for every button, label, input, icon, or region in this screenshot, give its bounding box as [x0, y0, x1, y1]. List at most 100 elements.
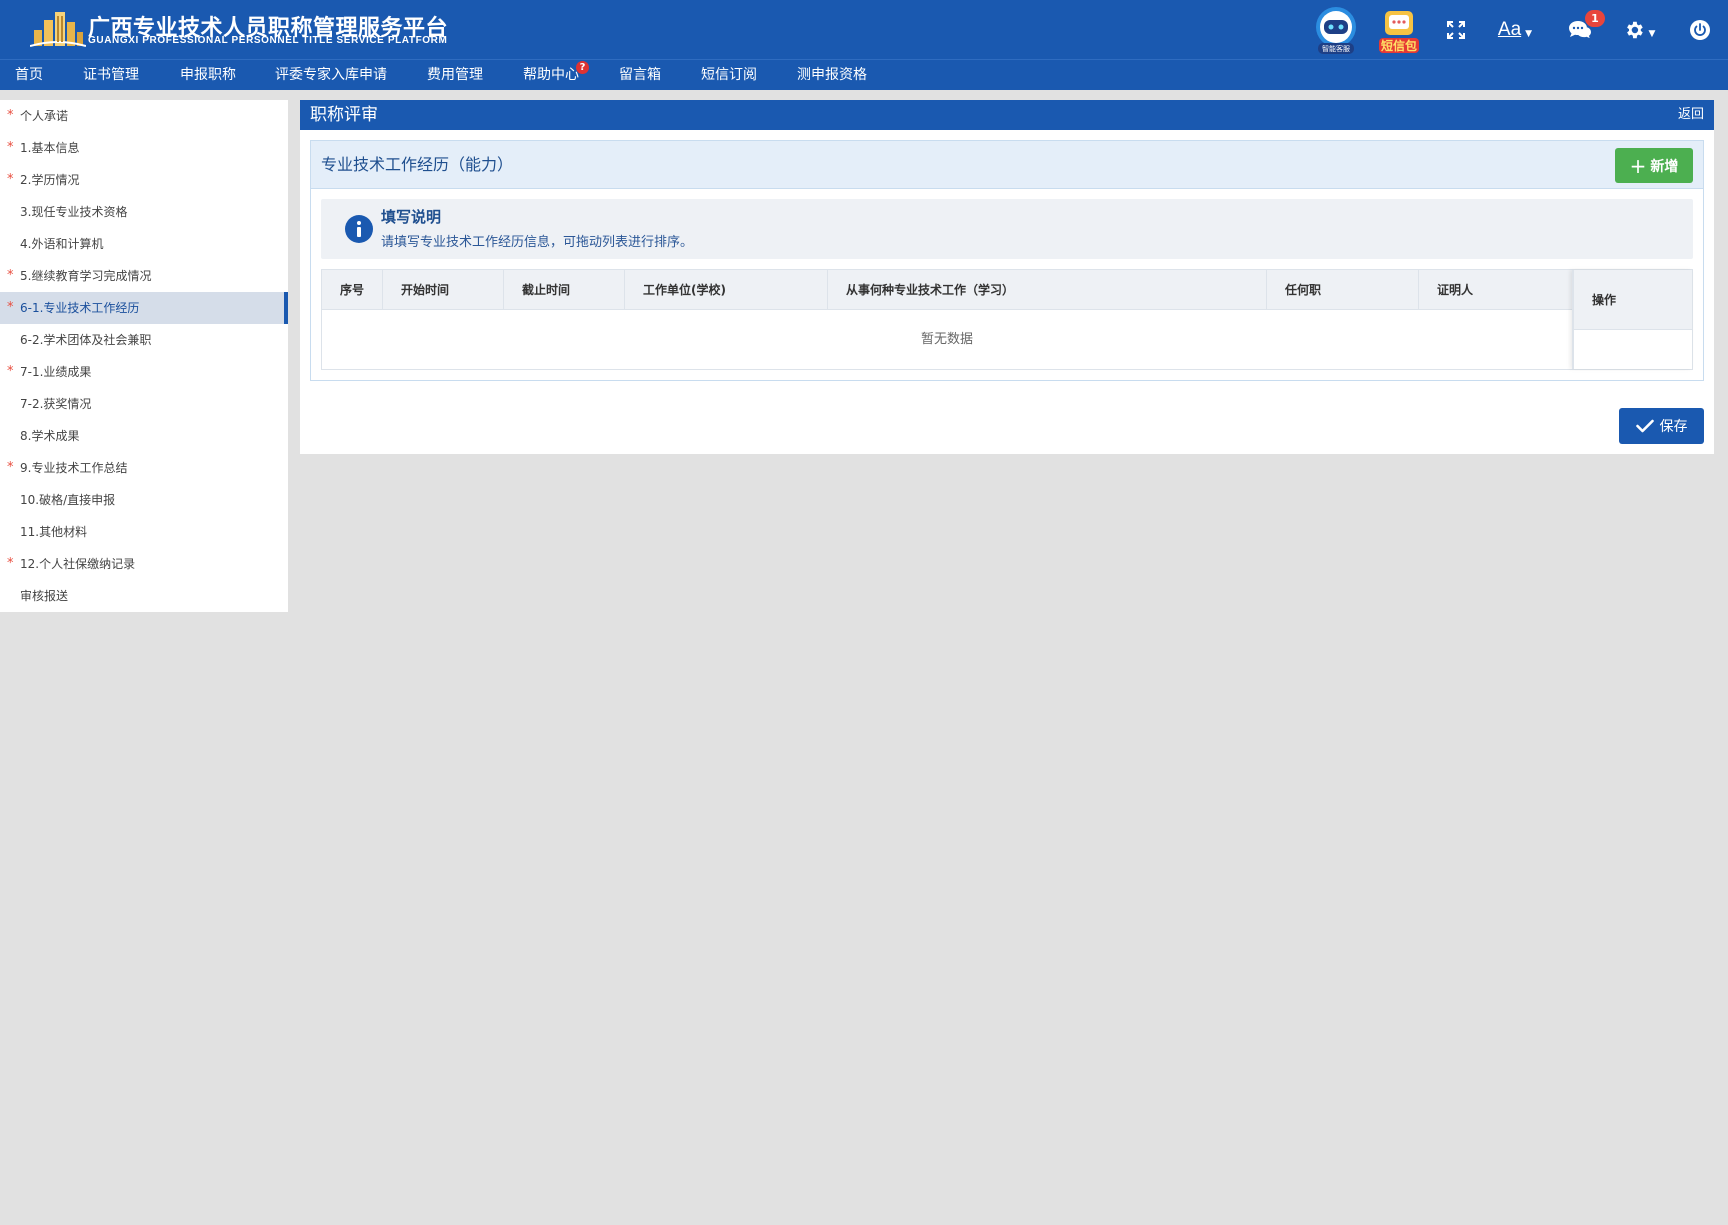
robot-label: 智能客服 — [1322, 44, 1350, 53]
card-header: 专业技术工作经历（能力） + 新增 — [311, 141, 1703, 189]
font-size-label: Aa — [1497, 18, 1522, 40]
sidebar-item-label: 6-2.学术团体及社会兼职 — [20, 333, 152, 347]
help-question-icon: ? — [576, 61, 589, 74]
building-logo-icon — [30, 12, 86, 47]
message-count-badge: 1 — [1585, 10, 1605, 27]
sidebar-item-label: 审核报送 — [20, 589, 69, 603]
fullscreen-button[interactable] — [1440, 0, 1472, 59]
column-header-index[interactable]: 序号 — [322, 270, 383, 310]
nav-apply-title[interactable]: 申报职称 — [180, 60, 236, 90]
save-button[interactable]: 保存 — [1619, 408, 1704, 444]
main-panel: 专业技术工作经历（能力） + 新增 填写说明 请填写专业技术工作经历信息，可拖动… — [300, 130, 1714, 454]
add-button[interactable]: + 新增 — [1615, 148, 1693, 183]
nav-home[interactable]: 首页 — [15, 60, 43, 90]
nav-message-box[interactable]: 留言箱 — [619, 60, 661, 90]
nav-expert-application[interactable]: 评委专家入库申请 — [275, 60, 387, 90]
back-link[interactable]: 返回 — [1678, 100, 1704, 130]
main-header: 职称评审 返回 — [300, 100, 1714, 130]
nav-sms-subscription[interactable]: 短信订阅 — [701, 60, 757, 90]
column-header-work-unit[interactable]: 工作单位(学校) — [625, 270, 828, 310]
column-header-position[interactable]: 任何职 — [1267, 270, 1419, 310]
sidebar-item-label: 5.继续教育学习完成情况 — [20, 269, 152, 283]
required-star: * — [7, 140, 14, 155]
instructions-box: 填写说明 请填写专业技术工作经历信息，可拖动列表进行排序。 — [321, 199, 1693, 259]
caret-down-icon: ▼ — [1525, 28, 1533, 39]
sidebar-item-label: 12.个人社保缴纳记录 — [20, 557, 136, 571]
required-star: * — [7, 268, 14, 283]
sidebar-item-label: 7-2.获奖情况 — [20, 397, 92, 411]
nav-eligibility-test[interactable]: 测申报资格 — [797, 60, 867, 90]
work-experience-card: 专业技术工作经历（能力） + 新增 填写说明 请填写专业技术工作经历信息，可拖动… — [310, 140, 1704, 381]
nav-fees[interactable]: 费用管理 — [427, 60, 483, 90]
sidebar-item-submit-review[interactable]: 审核报送 — [0, 580, 288, 612]
sidebar-item-label: 1.基本信息 — [20, 141, 80, 155]
sms-pack-icon: 短信包 — [1379, 10, 1419, 53]
column-header-end-date[interactable]: 截止时间 — [504, 270, 625, 310]
sidebar-item-label: 7-1.业绩成果 — [20, 365, 92, 379]
site-subtitle: GUANGXI PROFESSIONAL PERSONNEL TITLE SER… — [88, 35, 448, 46]
plus-icon: + — [1629, 153, 1647, 178]
expand-icon — [1447, 20, 1465, 39]
sidebar-item-label: 8.学术成果 — [20, 429, 80, 443]
column-header-operations: 操作 — [1574, 270, 1692, 330]
sidebar-item-continuing-education[interactable]: * 5.继续教育学习完成情况 — [0, 260, 288, 292]
page-title: 职称评审 — [310, 105, 378, 125]
sidebar-item-language-computer[interactable]: 4.外语和计算机 — [0, 228, 288, 260]
column-header-work-type[interactable]: 从事何种专业技术工作（学习） — [828, 270, 1267, 310]
power-icon — [1690, 19, 1710, 40]
instructions-title: 填写说明 — [381, 208, 442, 226]
sidebar-item-current-qualification[interactable]: 3.现任专业技术资格 — [0, 196, 288, 228]
required-star: * — [7, 364, 14, 379]
nav-help-center[interactable]: 帮助中心 — [523, 60, 579, 90]
sidebar-item-academic-groups[interactable]: 6-2.学术团体及社会兼职 — [0, 324, 288, 356]
caret-down-icon: ▼ — [1648, 28, 1656, 39]
table-header: 序号 开始时间 截止时间 工作单位(学校) 从事何种专业技术工作（学习） 任何职… — [322, 270, 1572, 310]
sidebar-item-basic-info[interactable]: * 1.基本信息 — [0, 132, 288, 164]
sidebar-item-education[interactable]: * 2.学历情况 — [0, 164, 288, 196]
main-nav: 首页 证书管理 申报职称 评委专家入库申请 费用管理 帮助中心 ? 留言箱 短信… — [0, 59, 1728, 90]
sidebar-item-awards[interactable]: 7-2.获奖情况 — [0, 388, 288, 420]
sidebar-item-social-security[interactable]: * 12.个人社保缴纳记录 — [0, 548, 288, 580]
sms-pack-button[interactable]: 短信包 — [1376, 0, 1422, 59]
messages-button[interactable] — [1560, 0, 1600, 59]
sidebar-item-label: 11.其他材料 — [20, 525, 88, 539]
card-title: 专业技术工作经历（能力） — [321, 155, 514, 174]
sidebar-item-label: 9.专业技术工作总结 — [20, 461, 128, 475]
sidebar-item-label: 10.破格/直接申报 — [20, 493, 116, 507]
gear-icon — [1626, 21, 1643, 38]
robot-icon: 智能客服 — [1316, 6, 1356, 54]
sms-pack-label: 短信包 — [1381, 38, 1417, 53]
sidebar-item-work-summary[interactable]: * 9.专业技术工作总结 — [0, 452, 288, 484]
add-button-label: 新增 — [1650, 158, 1679, 175]
column-header-start-date[interactable]: 开始时间 — [383, 270, 504, 310]
sidebar-item-label: 2.学历情况 — [20, 173, 80, 187]
sidebar-item-personal-pledge[interactable]: * 个人承诺 — [0, 100, 288, 132]
check-icon — [1635, 419, 1654, 433]
ai-service-button[interactable]: 智能客服 — [1310, 0, 1362, 59]
info-icon — [345, 215, 373, 243]
sidebar-item-work-experience[interactable]: * 6-1.专业技术工作经历 — [0, 292, 288, 324]
empty-state-text: 暂无数据 — [920, 332, 973, 347]
sidebar-item-label: 4.外语和计算机 — [20, 237, 104, 251]
sidebar: * 个人承诺 * 1.基本信息 * 2.学历情况 3.现任专业技术资格 4.外语和计算… — [0, 100, 288, 612]
save-button-label: 保存 — [1659, 419, 1688, 435]
nav-certificates[interactable]: 证书管理 — [83, 60, 139, 90]
sidebar-item-achievements[interactable]: * 7-1.业绩成果 — [0, 356, 288, 388]
top-header: 广西专业技术人员职称管理服务平台 GUANGXI PROFESSIONAL PE… — [0, 0, 1728, 59]
settings-button[interactable]: ▼ — [1614, 0, 1664, 59]
required-star: * — [7, 172, 14, 187]
sidebar-item-label: 6-1.专业技术工作经历 — [20, 301, 140, 315]
logout-button[interactable] — [1682, 0, 1718, 59]
work-experience-table: 序号 开始时间 截止时间 工作单位(学校) 从事何种专业技术工作（学习） 任何职… — [321, 269, 1693, 370]
sidebar-item-other-materials[interactable]: 11.其他材料 — [0, 516, 288, 548]
font-size-button[interactable]: Aa ▼ — [1490, 0, 1540, 59]
sidebar-item-label: 3.现任专业技术资格 — [20, 205, 128, 219]
required-star: * — [7, 108, 14, 123]
sidebar-item-exceptional-application[interactable]: 10.破格/直接申报 — [0, 484, 288, 516]
sidebar-item-label: 个人承诺 — [20, 109, 69, 123]
required-star: * — [7, 460, 14, 475]
sidebar-item-academic-results[interactable]: 8.学术成果 — [0, 420, 288, 452]
instructions-text: 请填写专业技术工作经历信息，可拖动列表进行排序。 — [381, 235, 694, 250]
column-header-witness[interactable]: 证明人 — [1419, 270, 1572, 310]
required-star: * — [7, 556, 14, 571]
